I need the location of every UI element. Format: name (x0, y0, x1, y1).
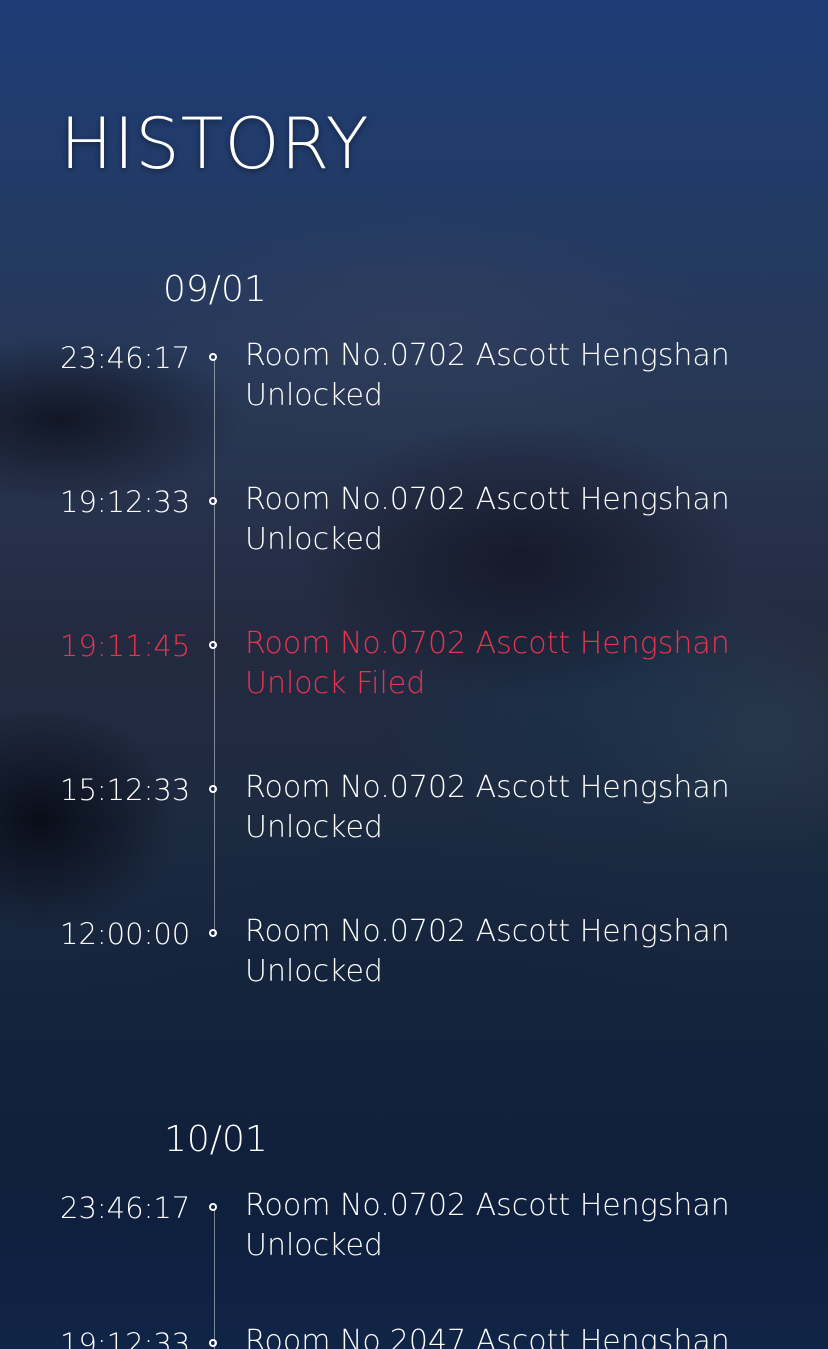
history-entry[interactable]: 12:00:00 Room No.0702 Ascott Hengshan Un… (0, 914, 828, 1004)
history-entry[interactable]: 23:46:17 Room No.0702 Ascott Hengshan Un… (0, 1188, 828, 1278)
entry-description: Room No.0702 Ascott Hengshan Unlocked (245, 336, 805, 416)
entry-status: Unlocked (245, 378, 383, 413)
entry-status: Unlocked (245, 1228, 383, 1263)
entry-time: 23:46:17 (60, 1191, 191, 1225)
timeline-dot-icon (208, 353, 217, 361)
history-entry[interactable]: 19:12:33 Room No.2047 Ascott Hengshan (0, 1324, 828, 1349)
timeline-dot-icon (208, 1203, 217, 1211)
history-entry[interactable]: 15:12:33 Room No.0702 Ascott Hengshan Un… (0, 770, 828, 860)
entry-time: 19:12:33 (60, 1327, 191, 1349)
entry-status: Unlock Filed (245, 666, 426, 701)
entry-room: Room No.0702 Ascott Hengshan (245, 626, 730, 661)
timeline-dot-icon (208, 1339, 217, 1347)
timeline-dot-icon (208, 497, 217, 505)
entry-time: 19:11:45 (60, 629, 191, 663)
history-entry-failed[interactable]: 19:11:45 Room No.0702 Ascott Hengshan Un… (0, 626, 828, 716)
group-date: 10/01 (164, 1119, 268, 1160)
history-entry[interactable]: 23:46:17 Room No.0702 Ascott Hengshan Un… (0, 338, 828, 428)
entry-room: Room No.0702 Ascott Hengshan (245, 914, 730, 949)
entry-status: Unlocked (245, 810, 383, 845)
entry-description: Room No.2047 Ascott Hengshan (245, 1324, 805, 1349)
history-entry[interactable]: 19:12:33 Room No.0702 Ascott Hengshan Un… (0, 482, 828, 572)
entry-description: Room No.0702 Ascott Hengshan Unlocked (245, 1186, 805, 1266)
entry-room: Room No.0702 Ascott Hengshan (245, 770, 730, 805)
timeline-dot-icon (208, 641, 217, 649)
entry-room: Room No.2047 Ascott Hengshan (245, 1324, 730, 1349)
entry-room: Room No.0702 Ascott Hengshan (245, 1188, 730, 1223)
entry-description: Room No.0702 Ascott Hengshan Unlock File… (245, 624, 805, 704)
entry-description: Room No.0702 Ascott Hengshan Unlocked (245, 768, 805, 848)
entry-time: 23:46:17 (60, 341, 191, 375)
entry-room: Room No.0702 Ascott Hengshan (245, 338, 730, 373)
entry-description: Room No.0702 Ascott Hengshan Unlocked (245, 480, 805, 560)
entry-status: Unlocked (245, 522, 383, 557)
entry-time: 12:00:00 (60, 917, 191, 951)
entry-description: Room No.0702 Ascott Hengshan Unlocked (245, 912, 805, 992)
timeline-dot-icon (208, 785, 217, 793)
entry-time: 15:12:33 (60, 773, 191, 807)
group-date: 09/01 (163, 269, 267, 310)
page-title: HISTORY (60, 103, 370, 185)
entry-status: Unlocked (245, 954, 383, 989)
timeline-dot-icon (208, 929, 217, 937)
entry-room: Room No.0702 Ascott Hengshan (245, 482, 730, 517)
entry-time: 19:12:33 (60, 485, 191, 519)
